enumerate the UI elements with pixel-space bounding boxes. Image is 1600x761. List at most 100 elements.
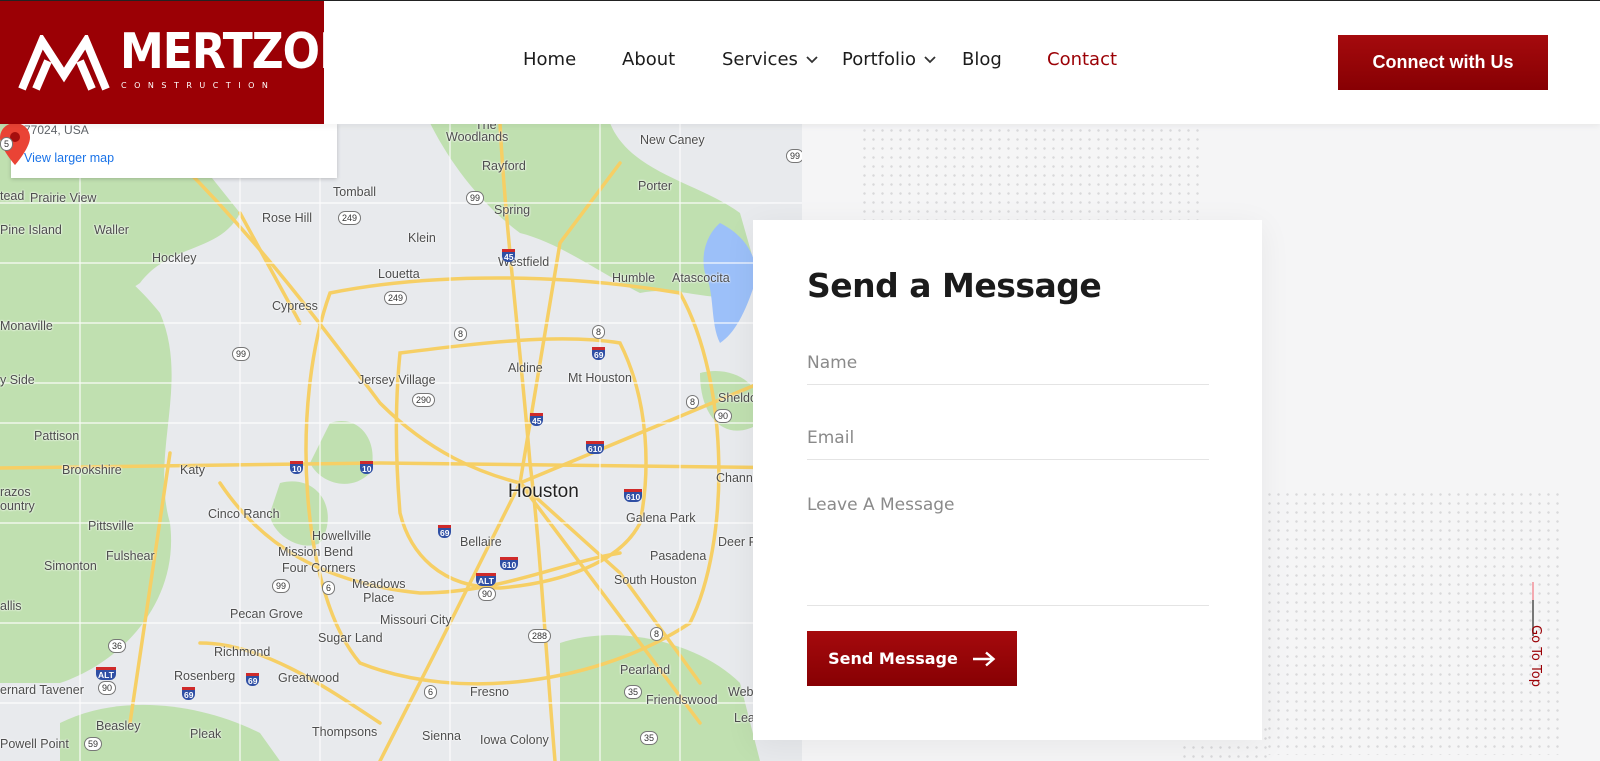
logo[interactable]: MERTZON CONSTRUCTION — [0, 1, 356, 124]
map-label: Sienna — [422, 729, 461, 743]
map-label: Sheldo — [718, 391, 757, 405]
send-message-label: Send Message — [828, 649, 958, 668]
nav-blog[interactable]: Blog — [962, 49, 1002, 70]
map-label: Rose Hill — [262, 211, 313, 225]
map-label: Tomball — [333, 185, 377, 199]
map-label: Bellaire — [460, 535, 502, 549]
form-title: Send a Message — [807, 266, 1102, 305]
services-chevron-down-icon[interactable] — [806, 55, 818, 65]
map-embed[interactable]: 77024, USA View larger map The Woodlands… — [0, 123, 802, 761]
map-label: Porter — [638, 179, 673, 193]
map-label: Galena Park — [626, 511, 696, 525]
map-label: Pasadena — [650, 549, 707, 563]
nav-about[interactable]: About — [622, 49, 675, 70]
route-shield: 59 — [84, 737, 103, 751]
map-label: New Caney — [640, 133, 705, 147]
map-label: Pecan Grove — [230, 607, 303, 621]
send-message-button[interactable]: Send Message — [807, 631, 1017, 686]
connect-with-us-button[interactable]: Connect with Us — [1338, 35, 1548, 90]
map-label: Pine Island — [0, 223, 62, 237]
map-label: Lea — [734, 711, 755, 725]
map-label: Hockley — [152, 251, 197, 265]
map-label: Cinco Ranch — [208, 507, 280, 521]
map-label: Iowa Colony — [480, 733, 549, 747]
logo-subtitle: CONSTRUCTION — [121, 81, 276, 90]
route-shield: 99 — [272, 579, 291, 593]
map-label: allis — [0, 599, 22, 613]
map-address: 77024, USA — [24, 123, 89, 137]
map-label-houston: Houston — [508, 481, 579, 502]
route-shield: 35 — [640, 731, 659, 745]
route-shield: 288 — [528, 629, 552, 643]
map-label: Meadows Place — [352, 577, 406, 605]
route-shield: 35 — [624, 685, 643, 699]
route-shield: 8 — [592, 325, 606, 339]
map-label: Four Corners — [282, 561, 356, 575]
logo-mark-icon — [18, 35, 110, 91]
route-shield: 90 — [478, 587, 497, 601]
map-label: Fulshear — [106, 549, 155, 563]
map-canvas — [0, 123, 802, 761]
contact-form-card: Send a Message Send Message — [753, 220, 1262, 740]
map-label: Missouri City — [380, 613, 452, 627]
route-shield: 99 — [232, 347, 251, 361]
map-info-card: 77024, USA View larger map — [11, 123, 337, 178]
map-label: Fresno — [470, 685, 509, 699]
map-label: Waller — [94, 223, 129, 237]
email-input[interactable] — [807, 417, 1209, 460]
name-input[interactable] — [807, 342, 1209, 385]
view-larger-map-link[interactable]: View larger map — [24, 151, 114, 165]
map-label: Woodlands — [446, 130, 509, 144]
map-label: South Houston — [614, 573, 697, 587]
dot-pattern — [860, 126, 1200, 220]
map-label: Pattison — [34, 429, 80, 443]
map-label: Sugar Land — [318, 631, 383, 645]
message-textarea[interactable] — [807, 495, 1209, 606]
map-label: Brookshire — [62, 463, 122, 477]
map-label: Powell Point — [0, 737, 69, 751]
map-label: tead — [0, 189, 25, 203]
map-label: Mission Bend — [278, 545, 354, 559]
map-label: ountry — [0, 499, 35, 513]
map-label: Beasley — [96, 719, 141, 733]
route-shield: 8 — [454, 327, 468, 341]
interstate-shield: ALT — [96, 667, 116, 680]
arrow-right-icon — [972, 651, 996, 666]
map-label: Mt Houston — [568, 371, 632, 385]
dot-pattern — [1265, 490, 1565, 755]
interstate-shield: 610 — [624, 489, 643, 502]
map-label: Rayford — [482, 159, 526, 173]
interstate-shield: 610 — [500, 557, 519, 570]
nav-services[interactable]: Services — [722, 49, 798, 70]
map-label: razos — [0, 485, 31, 499]
route-shield: 5 — [0, 137, 14, 151]
go-to-top-link[interactable]: Go To Top — [1525, 621, 1545, 691]
portfolio-chevron-down-icon[interactable] — [924, 55, 936, 65]
route-shield: 36 — [108, 639, 127, 653]
logo-name: MERTZON — [120, 23, 356, 81]
route-shield: 90 — [714, 409, 733, 423]
map-label: Spring — [494, 203, 531, 217]
map-label: Cypress — [272, 299, 318, 313]
route-shield: 8 — [686, 395, 700, 409]
map-label: Aldine — [508, 361, 543, 375]
route-shield: 249 — [338, 211, 362, 225]
nav-home[interactable]: Home — [523, 49, 576, 70]
route-shield: 6 — [322, 581, 336, 595]
map-label: Chann — [716, 471, 753, 485]
map-label: Louetta — [378, 267, 420, 281]
map-label: Friendswood — [646, 693, 718, 707]
map-label: Pearland — [620, 663, 671, 677]
route-shield: 249 — [384, 291, 408, 305]
interstate-shield: ALT — [476, 573, 496, 586]
route-shield: 8 — [650, 627, 664, 641]
map-label: Deer P — [718, 535, 757, 549]
map-label: Pleak — [190, 727, 222, 741]
nav-contact[interactable]: Contact — [1047, 49, 1117, 70]
route-shield: 6 — [424, 685, 438, 699]
map-label: Thompsons — [312, 725, 378, 739]
map-label: Howellville — [312, 529, 372, 543]
nav-portfolio[interactable]: Portfolio — [842, 49, 916, 70]
site-header: MERTZON CONSTRUCTION Home About Services… — [0, 0, 1600, 124]
map-label: Richmond — [214, 645, 271, 659]
